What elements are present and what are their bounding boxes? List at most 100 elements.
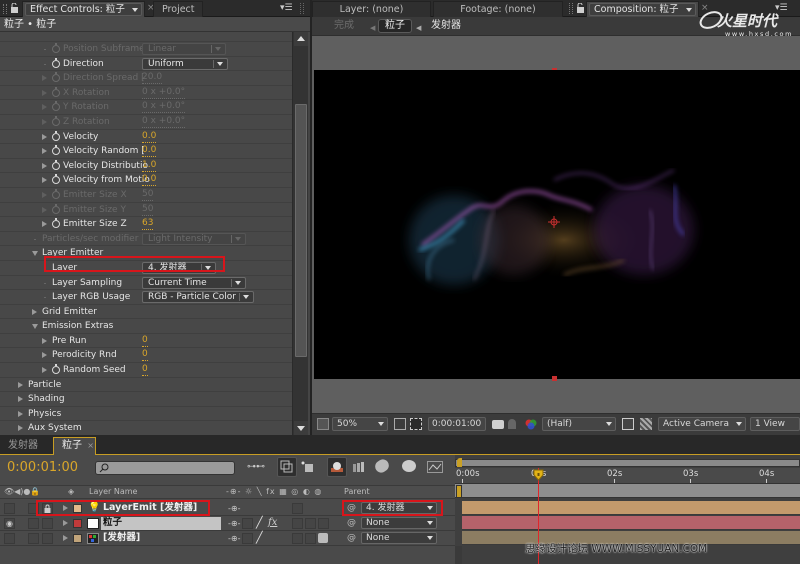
nav-current-comp[interactable]: 粒子	[378, 19, 412, 33]
lock-open-icon[interactable]	[576, 2, 585, 13]
motion-blur-icon[interactable]	[372, 457, 392, 475]
column-parent[interactable]: Parent	[344, 487, 370, 496]
property-value[interactable]: 0 x +0.0°	[142, 101, 186, 114]
layer-row[interactable]: ◉ 粒子 -⊕- ╱ fx @ None	[0, 516, 455, 531]
tab-composition[interactable]: Composition: 粒子	[586, 1, 699, 17]
brainstorm-icon[interactable]	[402, 460, 416, 472]
property-value[interactable]: 0.0	[142, 145, 157, 158]
show-snapshot-icon[interactable]	[508, 419, 516, 429]
transparency-grid-icon[interactable]	[640, 418, 652, 430]
stopwatch-icon[interactable]	[52, 159, 60, 170]
twirl-closed-icon[interactable]	[42, 352, 47, 359]
shy-switch-icon[interactable]: -⊕-	[228, 502, 240, 516]
twirl-open-icon[interactable]	[32, 251, 38, 257]
stopwatch-icon[interactable]	[52, 203, 60, 214]
twirl-closed-icon[interactable]	[42, 75, 47, 82]
3d-layer-cube-icon[interactable]	[318, 533, 328, 543]
work-area-bar[interactable]	[455, 459, 800, 467]
property-select[interactable]: Light Intensity	[142, 232, 246, 245]
lock-toggle[interactable]	[42, 533, 53, 544]
stopwatch-icon[interactable]	[52, 86, 60, 97]
layer-duration-bar[interactable]	[462, 516, 800, 530]
shy-switch-icon[interactable]: -⊕-	[228, 517, 240, 531]
color-channels-icon[interactable]	[524, 418, 537, 430]
frame-blend-switch[interactable]	[292, 533, 303, 544]
panel-menu-icon[interactable]: ▾☰	[280, 4, 293, 13]
panel-grip-icon[interactable]	[3, 4, 7, 14]
column-layer-name[interactable]: Layer Name	[89, 487, 137, 496]
property-select[interactable]: Linear	[142, 43, 226, 55]
fast-previews-icon[interactable]	[622, 418, 634, 430]
twirl-closed-icon[interactable]	[42, 148, 47, 155]
viewer-timecode[interactable]: 0:00:01:00	[428, 417, 486, 431]
property-select[interactable]: Uniform	[142, 57, 228, 70]
comp-start-handle[interactable]	[456, 485, 462, 498]
zoom-select[interactable]: 50%	[332, 417, 388, 431]
frame-blend-switch[interactable]	[292, 503, 303, 514]
panel-grip-icon[interactable]	[300, 3, 304, 14]
motion-blur-switch[interactable]	[305, 533, 316, 544]
twirl-closed-icon[interactable]	[63, 520, 68, 526]
scroll-up-arrow-icon[interactable]	[294, 32, 308, 46]
frame-blend-switch[interactable]	[292, 518, 303, 529]
layer-name[interactable]: 粒子	[101, 517, 221, 530]
layer-duration-bar[interactable]	[462, 501, 800, 515]
property-value[interactable]: 63	[142, 218, 154, 231]
twirl-closed-icon[interactable]	[63, 535, 68, 541]
layer-row[interactable]: [发射器] -⊕- ╱ @ None	[0, 531, 455, 546]
3d-layer-switch[interactable]	[318, 518, 329, 529]
playhead-handle[interactable]	[533, 469, 544, 481]
twirl-closed-icon[interactable]	[42, 177, 47, 184]
pick-whip-icon[interactable]: @	[347, 531, 356, 545]
property-value[interactable]: 0	[142, 335, 148, 347]
parent-select[interactable]: None	[361, 517, 437, 529]
property-value[interactable]: 0	[142, 364, 148, 377]
stopwatch-icon[interactable]	[52, 188, 60, 199]
twirl-closed-icon[interactable]	[42, 104, 47, 111]
twirl-closed-icon[interactable]	[42, 221, 47, 228]
property-value[interactable]: 0.0	[142, 131, 157, 143]
twirl-closed-icon[interactable]	[42, 206, 47, 213]
resolution-select[interactable]: (Half)	[542, 417, 616, 431]
twirl-closed-icon[interactable]	[18, 425, 23, 432]
twirl-closed-icon[interactable]	[42, 191, 47, 198]
tab-comp-particles[interactable]: 粒子 ×	[53, 437, 96, 456]
visibility-toggle[interactable]	[4, 503, 15, 514]
time-ruler[interactable]: 0:00s01s02s03s04s	[455, 468, 800, 484]
composition-select[interactable]: Composition: 粒子	[589, 3, 696, 16]
twirl-closed-icon[interactable]	[32, 308, 37, 315]
live-update-toggle[interactable]	[277, 457, 297, 477]
twirl-closed-icon[interactable]	[42, 89, 47, 96]
comp-marker-bar[interactable]	[455, 484, 800, 498]
twirl-closed-icon[interactable]	[42, 367, 47, 374]
close-tab-icon[interactable]: ×	[87, 441, 94, 450]
view-layout-select[interactable]: 1 View	[750, 417, 800, 431]
solo-toggle[interactable]	[28, 518, 39, 529]
effects-switch-icon[interactable]: fx	[268, 516, 277, 530]
shy-switch-icon[interactable]: -⊕-	[228, 532, 240, 546]
property-value[interactable]: 0 x +0.0°	[142, 116, 186, 128]
stopwatch-icon[interactable]	[52, 130, 60, 141]
effect-controls-select[interactable]: Effect Controls: 粒子	[25, 3, 142, 16]
property-value[interactable]: 0.0	[142, 174, 157, 187]
lock-toggle[interactable]	[42, 518, 53, 529]
parent-select[interactable]: None	[361, 532, 437, 544]
property-value[interactable]: 20.0	[142, 72, 163, 85]
twirl-closed-icon[interactable]	[18, 381, 23, 388]
quality-switch-icon[interactable]: ╱	[256, 531, 263, 545]
timeline-current-time[interactable]: 0:00:01:00	[7, 460, 78, 475]
property-select[interactable]: Current Time	[142, 276, 246, 289]
twirl-closed-icon[interactable]	[42, 337, 47, 344]
graph-editor-icon[interactable]	[427, 461, 443, 476]
property-value[interactable]: 0	[142, 349, 148, 362]
stopwatch-icon[interactable]	[52, 115, 60, 126]
property-select[interactable]: RGB - Particle Color	[142, 291, 254, 304]
visibility-toggle[interactable]	[4, 533, 15, 544]
nav-next-comp[interactable]: 发射器	[431, 20, 461, 32]
fit-icon[interactable]	[394, 418, 406, 430]
tab-footage[interactable]: Footage: (none)	[433, 1, 563, 17]
tab-layer[interactable]: Layer: (none)	[312, 1, 431, 17]
panel-grip-icon[interactable]	[569, 3, 573, 14]
collapse-switch[interactable]	[242, 518, 253, 529]
tab-effect-controls[interactable]: Effect Controls: 粒子	[22, 1, 145, 17]
